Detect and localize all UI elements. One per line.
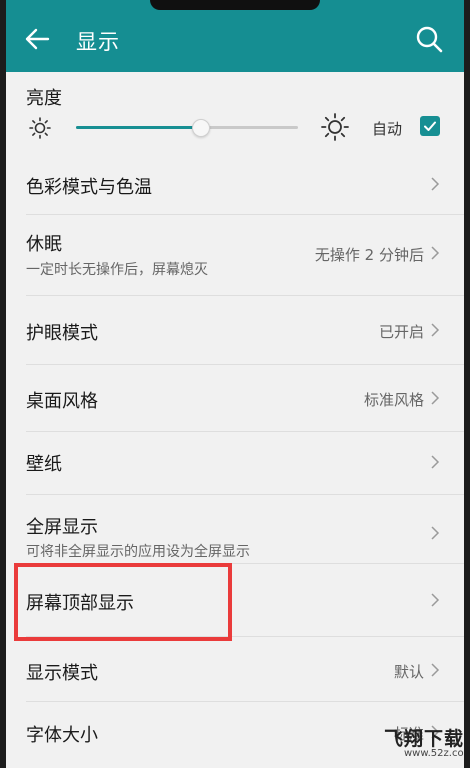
- brightness-section: 亮度 自动: [6, 72, 464, 152]
- chevron-right-icon: [431, 663, 440, 677]
- settings-item-sleep[interactable]: 休眠 一定时长无操作后，屏幕熄灭 无操作 2 分钟后: [6, 215, 464, 295]
- settings-item-label: 桌面风格: [26, 391, 98, 412]
- sun-large-icon: [321, 113, 349, 141]
- settings-item-label: 字体大小: [26, 725, 98, 746]
- settings-item-value: 标准风格: [363, 391, 424, 409]
- settings-item-label: 壁纸: [26, 454, 62, 475]
- settings-item-label: 显示模式: [26, 663, 98, 684]
- phone-screen: 显示 亮度 自动 色彩模式与色温 休眠 一定时长无操作后，屏幕熄灭 无操作 2 …: [0, 0, 470, 768]
- settings-item-home-style[interactable]: 桌面风格 标准风格: [6, 365, 464, 431]
- chevron-right-icon: [431, 455, 440, 469]
- back-button[interactable]: [22, 24, 52, 54]
- settings-item-label: 护眼模式: [26, 323, 98, 344]
- auto-brightness-label: 自动: [372, 120, 403, 138]
- chevron-right-icon: [431, 391, 440, 405]
- highlight-annotation-box: [14, 563, 232, 641]
- watermark: 飞翔下载 www.52z.com: [374, 724, 470, 764]
- watermark-text: 飞翔下载: [384, 728, 465, 750]
- chevron-right-icon: [431, 177, 440, 191]
- settings-item-label: 休眠: [26, 234, 62, 255]
- settings-item-full-screen[interactable]: 全屏显示 可将非全屏显示的应用设为全屏显示: [6, 495, 464, 563]
- settings-list: 亮度 自动 色彩模式与色温 休眠 一定时长无操作后，屏幕熄灭 无操作 2 分钟后…: [6, 72, 464, 768]
- brightness-slider[interactable]: [76, 119, 298, 137]
- settings-item-label: 色彩模式与色温: [26, 177, 152, 198]
- sun-small-icon: [29, 117, 51, 139]
- watermark-url: www.52z.com: [404, 748, 470, 759]
- page-title: 显示: [76, 30, 120, 54]
- checkmark-icon: [424, 121, 436, 131]
- search-icon: [416, 26, 443, 53]
- brightness-title: 亮度: [26, 88, 62, 109]
- chevron-right-icon: [431, 593, 440, 607]
- settings-item-value: 无操作 2 分钟后: [314, 246, 424, 264]
- arrow-left-icon: [25, 28, 50, 50]
- settings-item-subtitle: 一定时长无操作后，屏幕熄灭: [26, 262, 208, 278]
- chevron-right-icon: [431, 526, 440, 540]
- chevron-right-icon: [431, 323, 440, 337]
- settings-item-subtitle: 可将非全屏显示的应用设为全屏显示: [26, 544, 250, 560]
- phone-bezel-left: [0, 0, 6, 768]
- phone-notch: [150, 0, 320, 10]
- settings-item-eye-comfort[interactable]: 护眼模式 已开启: [6, 296, 464, 364]
- settings-item-display-mode[interactable]: 显示模式 默认: [6, 637, 464, 701]
- settings-item-value: 默认: [393, 663, 424, 681]
- search-button[interactable]: [414, 24, 444, 54]
- phone-bezel-right: [464, 0, 470, 768]
- brightness-slider-thumb[interactable]: [192, 119, 211, 137]
- app-bar: 显示: [0, 0, 470, 72]
- settings-item-value: 已开启: [378, 323, 424, 341]
- settings-item-wallpaper[interactable]: 壁纸: [6, 432, 464, 494]
- settings-item-label: 全屏显示: [26, 517, 98, 538]
- brightness-slider-fill: [76, 126, 201, 129]
- auto-brightness-checkbox[interactable]: [420, 116, 440, 136]
- chevron-right-icon: [431, 246, 440, 260]
- settings-item-color-mode[interactable]: 色彩模式与色温: [6, 152, 464, 214]
